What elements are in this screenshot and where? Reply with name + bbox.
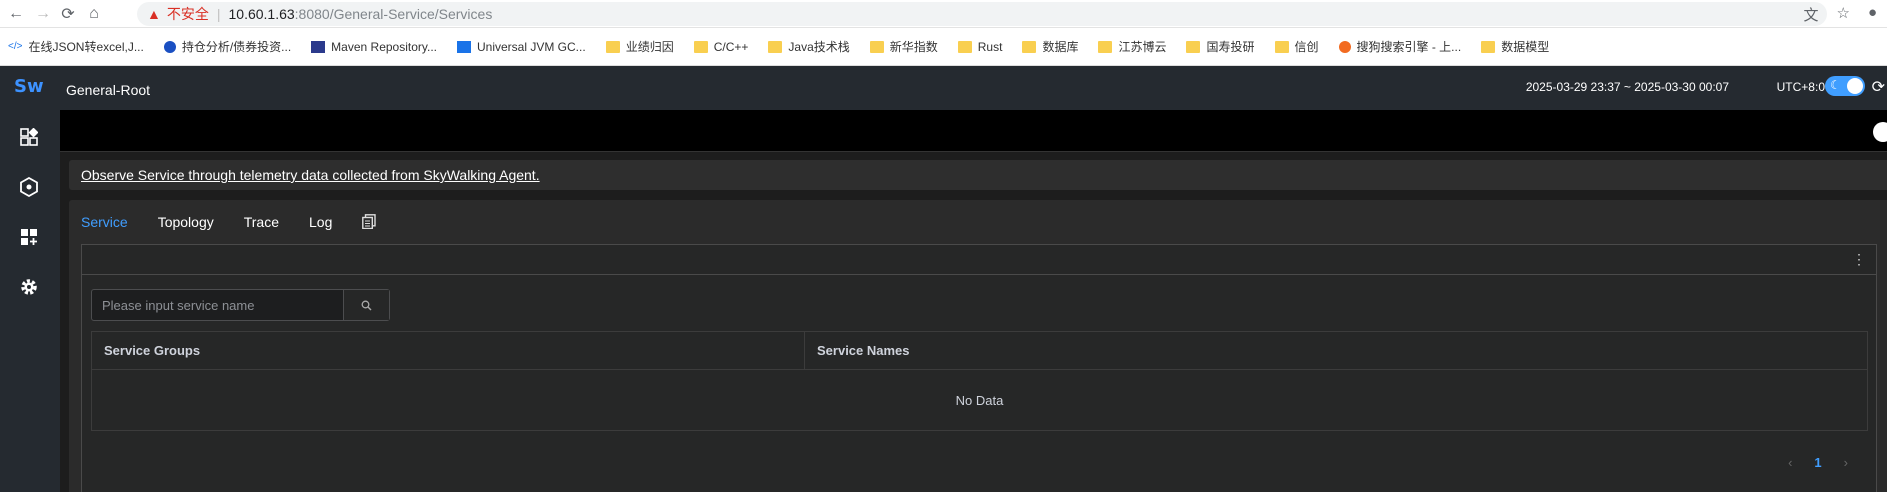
top-bar: General-Root 2025-03-29 23:37 ~ 2025-03-… — [60, 66, 1887, 110]
folder-icon — [869, 40, 884, 53]
dashboard-icon[interactable] — [18, 126, 40, 148]
forward-icon[interactable]: → — [33, 4, 53, 24]
bookmark-item[interactable]: 数据模型 — [1481, 38, 1549, 55]
widget-header: ⋮ — [82, 245, 1876, 275]
folder-icon — [1481, 40, 1496, 53]
star-icon[interactable]: ☆ — [1836, 4, 1849, 25]
folder-icon — [1274, 40, 1289, 53]
bookmark-item[interactable]: C/C++ — [693, 40, 748, 54]
back-icon[interactable]: ← — [6, 4, 26, 24]
tab-service[interactable]: Service — [81, 214, 128, 232]
address-separator: | — [216, 6, 221, 22]
bookmark-item[interactable]: Java技术栈 — [768, 38, 850, 55]
add-widget-icon[interactable] — [18, 226, 40, 248]
page-title: General-Root — [66, 82, 151, 98]
bookmark-item[interactable]: 搜狗搜索引擎 - 上... — [1338, 38, 1461, 55]
hexagon-icon[interactable] — [18, 176, 40, 198]
col-service-groups: Service Groups — [92, 332, 805, 369]
bookmark-item[interactable]: </> 在线JSON转excel,J... — [8, 38, 144, 55]
dashboard-toolbar — [60, 110, 1887, 152]
edit-switch[interactable] — [1873, 122, 1887, 142]
toggle-knob — [1847, 78, 1863, 94]
folder-icon — [1022, 40, 1037, 53]
folder-icon — [693, 40, 708, 53]
bookmark-item[interactable]: 数据库 — [1022, 38, 1078, 55]
prev-page-icon[interactable]: ‹ — [1788, 455, 1792, 470]
bookmark-item[interactable]: 江苏博云 — [1098, 38, 1166, 55]
page-number[interactable]: 1 — [1814, 455, 1821, 470]
sogou-icon — [1338, 40, 1351, 53]
col-service-names: Service Names — [817, 343, 910, 358]
more-options-icon[interactable]: ⋮ — [1852, 251, 1866, 268]
tab-trace[interactable]: Trace — [244, 214, 279, 232]
search-button[interactable] — [343, 290, 389, 320]
reload-icon[interactable]: ⟳ — [58, 4, 78, 24]
service-panel: Service Topology Trace Log ⋮ Service Gro… — [69, 200, 1887, 492]
skywalking-app: Sw General-Root 2025-03-29 23:37 ~ 2025-… — [0, 66, 1887, 492]
bookmarks-bar: </> 在线JSON转excel,J... 持仓分析/债券投资... Maven … — [0, 28, 1887, 66]
folder-icon — [605, 40, 620, 53]
app-logo[interactable]: Sw — [14, 76, 44, 97]
code-icon: </> — [8, 40, 23, 52]
tab-bar: Service Topology Trace Log — [81, 214, 377, 232]
bookmark-item[interactable]: Maven Repository... — [311, 40, 437, 54]
tab-topology[interactable]: Topology — [158, 214, 214, 232]
next-page-icon[interactable]: › — [1844, 455, 1848, 470]
pagination: ‹ 1 › — [1788, 455, 1848, 470]
bookmark-item[interactable]: 新华指数 — [869, 38, 938, 55]
gear-icon[interactable] — [18, 276, 40, 298]
folder-icon — [957, 40, 972, 53]
insecure-label: 不安全 — [166, 6, 209, 22]
service-search — [91, 289, 390, 321]
profile-icon[interactable]: ● — [1868, 4, 1877, 25]
refresh-icon[interactable]: ⟳ — [1872, 77, 1885, 97]
theme-toggle[interactable]: ☾ — [1825, 76, 1865, 96]
bookmark-item[interactable]: 国寿投研 — [1186, 38, 1255, 55]
gc-icon — [457, 40, 471, 53]
notice-banner: Observe Service through telemetry data c… — [69, 160, 1887, 190]
mvn-icon — [311, 40, 326, 53]
folder-icon — [768, 40, 783, 53]
moon-icon: ☾ — [1830, 78, 1841, 92]
url-host: 10.60.1.63 — [228, 6, 295, 22]
sidebar: Sw — [0, 66, 60, 492]
bookmark-item[interactable]: 持仓分析/债券投资... — [163, 38, 291, 55]
notice-link[interactable]: Observe Service through telemetry data c… — [81, 167, 540, 183]
bookmark-item[interactable]: 业绩归因 — [605, 38, 674, 55]
home-icon[interactable]: ⌂ — [84, 4, 104, 24]
folder-icon — [1098, 40, 1113, 53]
blue-circle-icon — [163, 40, 176, 53]
warning-icon: ▲ — [147, 6, 161, 22]
search-icon — [361, 300, 372, 310]
bookmark-item[interactable]: Universal JVM GC... — [457, 40, 586, 54]
time-range-picker[interactable]: 2025-03-29 23:37 ~ 2025-03-30 00:07 — [1526, 80, 1729, 94]
service-table: Service Groups Service Names No Data — [91, 331, 1868, 431]
address-bar[interactable]: ▲ 不安全 | 10.60.1.63 :8080/General-Service… — [137, 2, 1827, 26]
url-path: :8080/General-Service/Services — [294, 6, 493, 22]
copy-icon[interactable] — [362, 214, 377, 232]
timezone-label[interactable]: UTC+8:0 — [1777, 80, 1825, 94]
browser-toolbar: ← → ⟳ ⌂ ▲ 不安全 | 10.60.1.63 :8080/General… — [0, 0, 1887, 28]
tab-log[interactable]: Log — [309, 214, 332, 232]
empty-state: No Data — [955, 392, 1004, 408]
folder-icon — [1186, 40, 1201, 53]
bookmark-item[interactable]: 信创 — [1274, 38, 1319, 55]
bookmark-item[interactable]: Rust — [957, 40, 1002, 54]
search-input[interactable] — [92, 290, 343, 320]
service-list-widget: ⋮ Service Groups Service Names No Data ‹… — [81, 244, 1877, 492]
table-header: Service Groups Service Names — [92, 332, 1867, 370]
translate-icon[interactable]: 文 — [1803, 4, 1818, 25]
